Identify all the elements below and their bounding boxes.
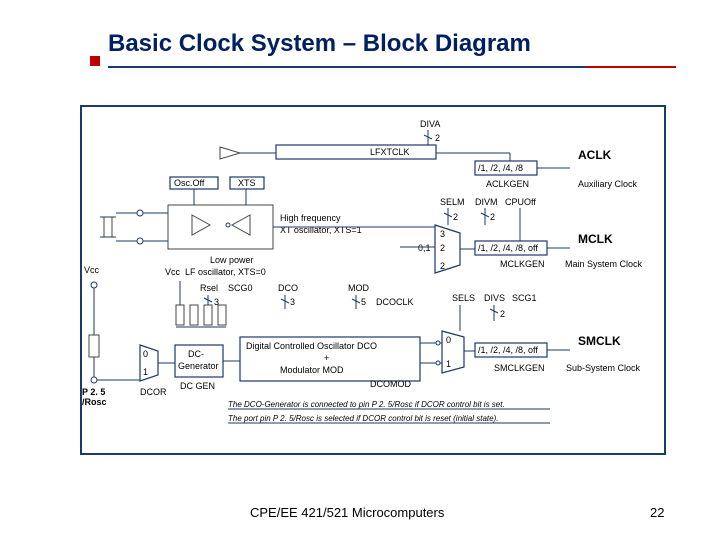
label-mod: MOD [348,283,369,293]
label-scg1: SCG1 [512,293,537,303]
mux-3: 3 [440,229,445,239]
label-dcgen-top: DC- [188,349,204,359]
note-1: The DCO-Generator is connected to pin P … [228,400,505,409]
label-p25: P 2. 5 [82,387,105,397]
block-diagram: DIVA 2 LFXTCLK /1, /2, /4, /8 ACLK ACLKG… [80,105,666,455]
note-2: The port pin P 2. 5/Rosc is selected if … [228,414,498,423]
sm-1: 1 [446,359,451,369]
label-vcc-text: Vcc [84,265,100,275]
label-aclkgen: ACLKGEN [486,179,529,189]
sw-1: 1 [143,367,148,377]
label-mclkgen: MCLKGEN [500,259,545,269]
label-lowp: Low power [210,255,254,265]
label-smclkgen: SMCLKGEN [494,363,545,373]
label-rsel: Rsel [200,283,218,293]
label-vcc-node: Vcc [165,267,181,277]
label-rosc: /Rosc [82,397,107,407]
mux-2b: 2 [440,261,445,271]
label-dco-n: 3 [290,297,295,307]
dco-box-b: + [324,353,329,363]
label-mclk: MCLK [578,232,613,246]
mux-01: 0,1 [418,243,431,253]
label-dcomod: DCOMOD [370,379,411,389]
dco-box-a: Digital Controlled Oscillator DCO [246,341,377,351]
label-cpuoff: CPUOff [505,197,536,207]
label-divs: DIVS [484,293,505,303]
label-dco: DCO [278,283,298,293]
label-dcgen: DC GEN [180,381,215,391]
title-bullet [90,56,100,66]
label-oscoff: Osc.Off [174,178,205,188]
label-dcoclk: DCOCLK [376,297,414,307]
label-diva-n: 2 [435,133,440,143]
label-lfxtclk: LFXTCLK [370,147,410,157]
label-dcgen-bot: Generator [178,361,219,371]
label-mclk-div: /1, /2, /4, /8, off [478,243,538,253]
label-rsel-n: 3 [214,297,219,307]
label-xts: XTS [238,178,256,188]
label-sub-clock: Sub-System Clock [566,363,641,373]
label-selm: SELM [440,197,465,207]
label-divm-n: 2 [490,212,495,222]
sw-0: 0 [143,349,148,359]
label-aux-clock: Auxiliary Clock [578,179,638,189]
label-divs-n: 2 [500,309,505,319]
label-aclk: ACLK [578,148,612,162]
page-title: Basic Clock System – Block Diagram [108,30,531,58]
label-selm-n: 2 [453,212,458,222]
label-diva: DIVA [420,119,440,129]
title-underline [108,66,586,68]
label-dcor: DCOR [140,387,167,397]
label-smclk: SMCLK [578,334,621,348]
mux-2: 2 [440,243,445,253]
label-lfosc: LF oscillator, XTS=0 [185,267,266,277]
footer-page: 22 [650,505,664,520]
label-divm: DIVM [475,197,498,207]
label-mod-n: 5 [361,297,366,307]
dco-box-c: Modulator MOD [280,365,344,375]
label-sels: SELS [452,293,475,303]
label-aclk-div: /1, /2, /4, /8 [478,163,523,173]
label-main-clock: Main System Clock [565,259,643,269]
footer-course: CPE/EE 421/521 Microcomputers [250,505,444,520]
label-scg0: SCG0 [228,283,253,293]
title-underline-accent [586,66,676,68]
label-hf: High frequency [280,213,341,223]
label-smclk-div: /1, /2, /4, /8, off [478,345,538,355]
sm-0: 0 [446,335,451,345]
